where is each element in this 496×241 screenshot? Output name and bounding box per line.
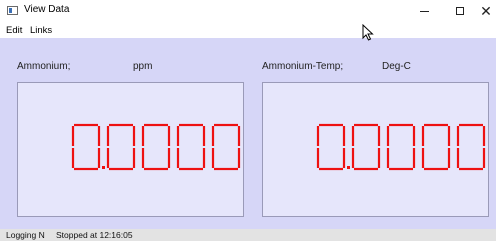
digit-segment — [386, 148, 390, 168]
display-digit — [421, 123, 451, 171]
digit-segment — [214, 167, 238, 171]
readout-unit-ammonium-temp: Deg-C — [382, 61, 411, 72]
digit-segment — [447, 126, 451, 146]
display-digit — [211, 123, 241, 171]
digit-segment — [179, 123, 203, 127]
digit-segment — [211, 148, 215, 168]
digit-segment — [211, 126, 215, 146]
digit-segment — [377, 148, 381, 168]
digit-segment — [342, 126, 346, 146]
digit-segment — [109, 123, 133, 127]
readout-panel-ammonium — [17, 82, 244, 217]
digit-segment — [354, 167, 378, 171]
display-digit — [386, 123, 416, 171]
maximize-icon — [456, 7, 464, 15]
logging-status: Logging N — [6, 230, 45, 240]
digit-segment — [179, 167, 203, 171]
title-bar: View Data ✕ — [0, 0, 496, 22]
digit-segment — [351, 126, 355, 146]
readout-name-ammonium: Ammonium; — [17, 61, 71, 72]
minimize-icon — [419, 10, 429, 12]
digit-segment — [389, 167, 413, 171]
digit-segment — [167, 126, 171, 146]
digit-segment — [389, 123, 413, 127]
digit-segment — [176, 148, 180, 168]
digit-segment — [74, 167, 98, 171]
digit-segment — [97, 148, 101, 168]
display-digit — [351, 123, 381, 171]
run-state: Stopped at 12:16:05 — [56, 230, 133, 240]
digit-segment — [237, 148, 241, 168]
digit-segment — [412, 148, 416, 168]
digit-segment — [176, 126, 180, 146]
digit-segment — [109, 167, 133, 171]
digit-segment — [316, 148, 320, 168]
digit-segment — [377, 126, 381, 146]
readout-name-ammonium-temp: Ammonium-Temp; — [262, 61, 344, 72]
display-digit — [106, 123, 136, 171]
seven-segment-display — [71, 123, 241, 171]
decimal-point — [347, 166, 350, 169]
digit-segment — [421, 148, 425, 168]
decimal-point — [102, 166, 105, 169]
digit-segment — [319, 123, 343, 127]
seven-segment-display — [316, 123, 486, 171]
digit-segment — [456, 148, 460, 168]
digit-segment — [424, 123, 448, 127]
digit-segment — [106, 126, 110, 146]
digit-segment — [386, 126, 390, 146]
digit-segment — [71, 148, 75, 168]
digit-segment — [482, 126, 486, 146]
digit-segment — [97, 126, 101, 146]
digit-segment — [456, 126, 460, 146]
menu-edit[interactable]: Edit — [6, 25, 22, 36]
digit-segment — [132, 126, 136, 146]
digit-segment — [71, 126, 75, 146]
digit-segment — [144, 123, 168, 127]
digit-segment — [202, 148, 206, 168]
digit-segment — [351, 148, 355, 168]
readout-panel-ammonium-temp — [262, 82, 489, 217]
display-digit — [176, 123, 206, 171]
digit-segment — [342, 148, 346, 168]
digit-segment — [237, 126, 241, 146]
readout-unit-ammonium: ppm — [133, 61, 153, 72]
maximize-button[interactable] — [442, 0, 478, 22]
display-digit — [316, 123, 346, 171]
digit-segment — [354, 123, 378, 127]
digit-segment — [132, 148, 136, 168]
digit-segment — [202, 126, 206, 146]
digit-segment — [214, 123, 238, 127]
menu-links[interactable]: Links — [30, 25, 52, 36]
close-icon: ✕ — [480, 2, 492, 19]
digit-segment — [424, 167, 448, 171]
display-digit — [71, 123, 101, 171]
digit-segment — [141, 148, 145, 168]
digit-segment — [412, 126, 416, 146]
digit-segment — [482, 148, 486, 168]
minimize-button[interactable] — [406, 0, 442, 22]
digit-segment — [319, 167, 343, 171]
app-window-icon — [7, 6, 18, 15]
digit-segment — [106, 148, 110, 168]
digit-segment — [447, 148, 451, 168]
digit-segment — [74, 123, 98, 127]
close-button[interactable]: ✕ — [476, 0, 496, 22]
menu-bar: Edit Links — [0, 22, 496, 38]
mouse-pointer-icon — [362, 24, 374, 41]
status-bar: Logging N Stopped at 12:16:05 — [0, 229, 496, 241]
digit-segment — [316, 126, 320, 146]
digit-segment — [459, 167, 483, 171]
display-digit — [456, 123, 486, 171]
window-title: View Data — [24, 4, 70, 15]
display-digit — [141, 123, 171, 171]
digit-segment — [144, 167, 168, 171]
digit-segment — [167, 148, 171, 168]
digit-segment — [421, 126, 425, 146]
digit-segment — [459, 123, 483, 127]
digit-segment — [141, 126, 145, 146]
data-view-area: Ammonium; ppm Ammonium-Temp; Deg-C — [0, 38, 496, 229]
